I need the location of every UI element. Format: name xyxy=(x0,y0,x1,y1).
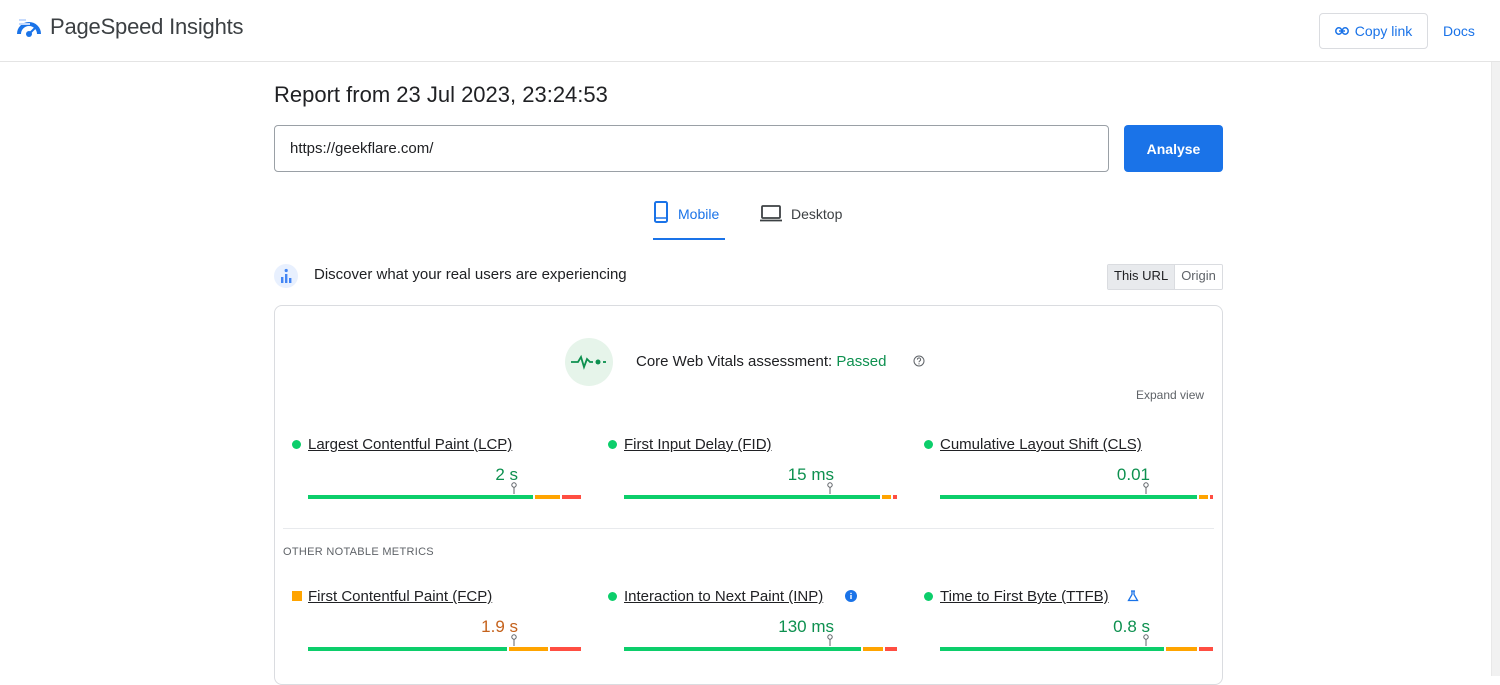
toggle-this-url[interactable]: This URL xyxy=(1108,265,1175,289)
metric-ttfb: Time to First Byte (TTFB) 0.8 s xyxy=(924,588,1213,651)
p75-marker xyxy=(827,634,833,646)
distribution-bar xyxy=(308,647,583,651)
good-segment xyxy=(624,495,881,499)
tab-desktop-label: Desktop xyxy=(791,206,843,222)
p75-marker xyxy=(1143,482,1149,494)
pagespeed-logo-icon xyxy=(17,19,41,37)
needs-improvement-segment xyxy=(1165,647,1197,651)
poor-segment xyxy=(893,495,897,499)
analyse-button[interactable]: Analyse xyxy=(1124,125,1223,172)
metric-inp-name[interactable]: Interaction to Next Paint (INP) xyxy=(624,588,823,605)
distribution-bar xyxy=(940,495,1215,499)
info-icon[interactable] xyxy=(845,590,857,602)
good-segment xyxy=(940,495,1197,499)
tab-mobile-label: Mobile xyxy=(678,206,720,222)
top-bar: PageSpeed Insights Copy link Docs xyxy=(0,0,1500,62)
p75-marker xyxy=(1143,634,1149,646)
cwv-assessment-result: Passed xyxy=(836,353,887,370)
metric-fid-name[interactable]: First Input Delay (FID) xyxy=(624,436,772,453)
other-metrics-heading: OTHER NOTABLE METRICS xyxy=(283,546,434,558)
metric-fcp: First Contentful Paint (FCP) 1.9 s xyxy=(292,588,581,651)
poor-segment xyxy=(1198,647,1213,651)
poor-segment xyxy=(550,647,581,651)
smartphone-icon xyxy=(654,201,668,223)
url-origin-toggle: This URL Origin xyxy=(1107,264,1223,290)
link-icon xyxy=(1334,27,1349,35)
good-segment xyxy=(308,647,507,651)
p75-marker xyxy=(511,634,517,646)
logo[interactable]: PageSpeed Insights xyxy=(16,14,244,40)
cwv-assessment-label: Core Web Vitals assessment: xyxy=(636,353,833,370)
distribution-bar xyxy=(308,495,583,499)
p75-marker xyxy=(827,482,833,494)
status-good-dot xyxy=(924,440,933,449)
status-good-dot xyxy=(608,440,617,449)
users-chart-icon xyxy=(274,264,298,288)
status-good-dot xyxy=(608,592,617,601)
flask-icon[interactable] xyxy=(1127,590,1139,602)
good-segment xyxy=(940,647,1164,651)
metric-lcp: Largest Contentful Paint (LCP) 2 s xyxy=(292,436,581,499)
report-title: Report from 23 Jul 2023, 23:24:53 xyxy=(274,82,608,107)
divider xyxy=(283,528,1214,529)
needs-improvement-segment xyxy=(1198,495,1208,499)
help-icon[interactable] xyxy=(913,355,925,367)
url-input[interactable] xyxy=(274,125,1109,172)
metric-inp: Interaction to Next Paint (INP) 130 ms xyxy=(608,588,897,651)
copy-link-button[interactable]: Copy link xyxy=(1319,13,1428,49)
status-good-dot xyxy=(924,592,933,601)
good-segment xyxy=(624,647,861,651)
poor-segment xyxy=(885,647,897,651)
metric-fid: First Input Delay (FID) 15 ms xyxy=(608,436,897,499)
metric-cls-name[interactable]: Cumulative Layout Shift (CLS) xyxy=(940,436,1142,453)
p75-marker xyxy=(511,482,517,494)
docs-link[interactable]: Docs xyxy=(1443,23,1475,39)
metric-lcp-name[interactable]: Largest Contentful Paint (LCP) xyxy=(308,436,512,453)
pulse-icon xyxy=(565,338,613,386)
needs-improvement-segment xyxy=(862,647,884,651)
needs-improvement-segment xyxy=(534,495,560,499)
poor-segment xyxy=(1209,495,1213,499)
status-average-square xyxy=(292,591,302,601)
distribution-bar xyxy=(940,647,1215,651)
field-data-heading: Discover what your real users are experi… xyxy=(314,266,627,283)
scrollbar[interactable] xyxy=(1491,62,1500,676)
copy-link-label: Copy link xyxy=(1354,23,1413,39)
expand-view-link[interactable]: Expand view xyxy=(1136,388,1204,402)
metric-fcp-name[interactable]: First Contentful Paint (FCP) xyxy=(308,588,492,605)
metric-cls: Cumulative Layout Shift (CLS) 0.01 xyxy=(924,436,1213,499)
poor-segment xyxy=(561,495,581,499)
tab-mobile[interactable]: Mobile xyxy=(653,200,725,240)
cwv-assessment: Core Web Vitals assessment: Passed xyxy=(636,353,886,370)
good-segment xyxy=(308,495,533,499)
tab-desktop[interactable]: Desktop xyxy=(760,200,842,238)
status-good-dot xyxy=(292,440,301,449)
needs-improvement-segment xyxy=(508,647,548,651)
app-name: PageSpeed Insights xyxy=(50,14,244,39)
needs-improvement-segment xyxy=(882,495,892,499)
toggle-origin[interactable]: Origin xyxy=(1174,265,1222,289)
metric-ttfb-name[interactable]: Time to First Byte (TTFB) xyxy=(940,588,1109,605)
distribution-bar xyxy=(624,647,899,651)
distribution-bar xyxy=(624,495,899,499)
laptop-icon xyxy=(760,205,782,222)
